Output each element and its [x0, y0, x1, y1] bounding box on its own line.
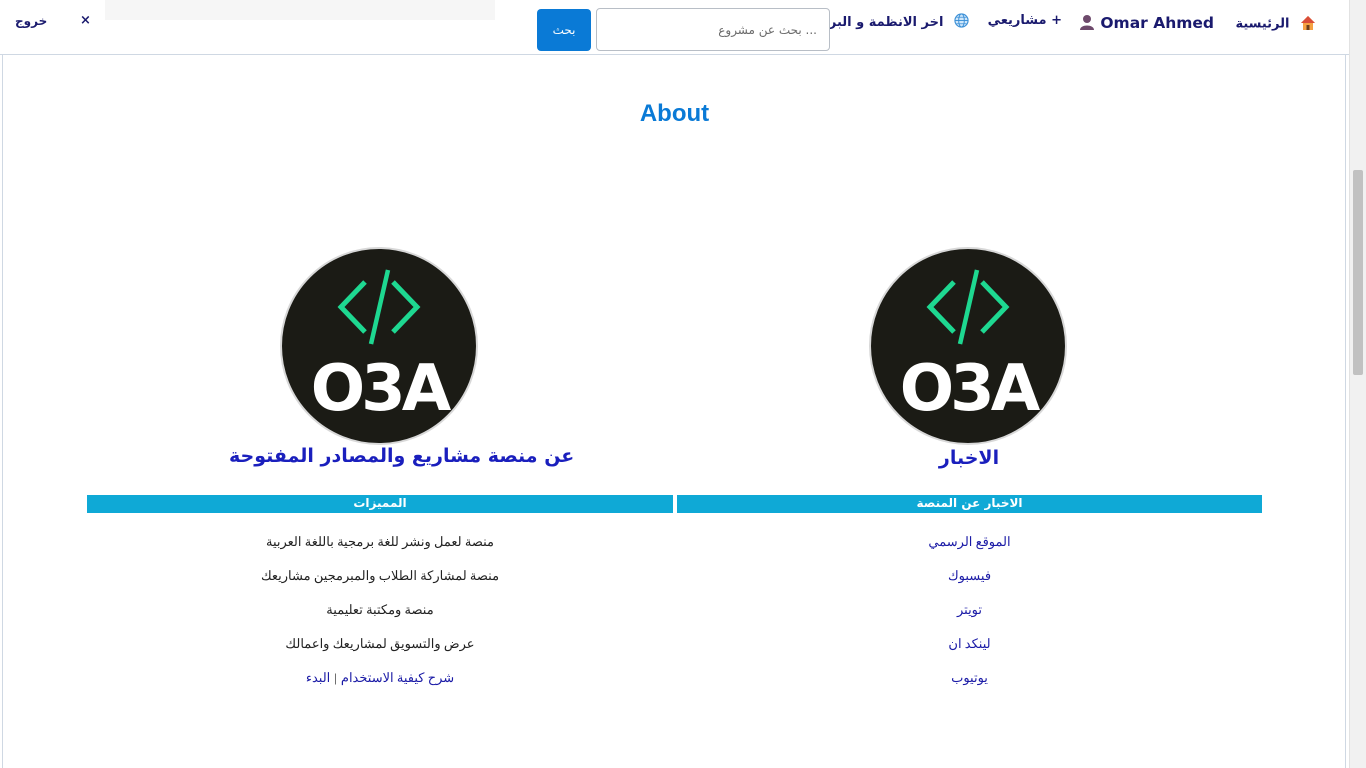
nav-home-label: الرئيسية	[1235, 16, 1290, 32]
features-list: منصة لعمل ونشر للغة برمجية باللغة العربي…	[87, 534, 673, 704]
youtube-link[interactable]: يوتيوب	[951, 670, 988, 685]
nav-user-link[interactable]: Omar Ahmed	[1080, 14, 1214, 32]
person-icon	[1080, 14, 1095, 30]
nav-home-link[interactable]: الرئيسية	[1235, 16, 1316, 32]
feature-item: منصة لمشاركة الطلاب والمبرمجين مشاريعك	[260, 568, 500, 583]
top-navbar: الرئيسية Omar Ahmed مشاريعي + اخر الانظم…	[0, 0, 1349, 55]
twitter-link[interactable]: تويتر	[957, 602, 982, 617]
list-item: لينكد ان	[677, 636, 1262, 670]
facebook-link[interactable]: فيسبوك	[948, 568, 991, 583]
list-item: فيسبوك	[677, 568, 1262, 602]
official-site-link[interactable]: الموقع الرسمي	[928, 534, 1010, 549]
logo-text: O3A	[310, 352, 451, 426]
globe-icon	[954, 13, 969, 28]
close-icon[interactable]: ×	[80, 13, 91, 28]
faded-placeholder-area	[105, 0, 495, 20]
list-item: الموقع الرسمي	[677, 534, 1262, 568]
news-bar: الاخبار عن المنصة	[677, 495, 1262, 513]
list-item: يوتيوب	[677, 670, 1262, 704]
feature-item: عرض والتسويق لمشاريعك واعمالك	[285, 636, 475, 651]
feature-item: منصة ومكتبة تعليمية	[326, 602, 434, 617]
usage-guide-link[interactable]: شرح كيفية الاستخدام	[341, 670, 454, 685]
search-input[interactable]	[596, 8, 830, 51]
page-scrollbar[interactable]	[1349, 0, 1366, 768]
feature-item: منصة لعمل ونشر للغة برمجية باللغة العربي…	[265, 534, 495, 549]
search-button[interactable]: بحث	[537, 9, 591, 51]
linkedin-link[interactable]: لينكد ان	[948, 636, 990, 651]
platform-logo-left: O3A	[280, 247, 478, 445]
about-platform-heading: عن منصة مشاريع والمصادر المفتوحة	[229, 445, 575, 467]
nav-projects-label: مشاريعي +	[987, 13, 1062, 28]
start-link[interactable]: البدء	[306, 670, 330, 685]
list-item: تويتر	[677, 602, 1262, 636]
page-title: About	[639, 100, 710, 127]
link-separator: |	[334, 670, 337, 685]
news-links-list: الموقع الرسمي فيسبوك تويتر لينكد ان يوتي…	[677, 534, 1262, 704]
house-icon	[1300, 15, 1316, 31]
news-heading: الاخبار	[938, 447, 1000, 469]
scrollbar-thumb[interactable]	[1353, 170, 1363, 375]
nav-logout-link[interactable]: خروج	[15, 14, 47, 28]
feature-links-row: شرح كيفية الاستخدام | البدء	[87, 670, 673, 704]
nav-latest-systems-link[interactable]: اخر الانظمة و البرامج	[807, 13, 969, 30]
logo-text: O3A	[899, 352, 1040, 426]
nav-my-projects-link[interactable]: مشاريعي +	[988, 13, 1062, 28]
nav-user-label: Omar Ahmed	[1100, 14, 1214, 32]
features-bar: المميزات	[87, 495, 673, 513]
platform-logo-right: O3A	[869, 247, 1067, 445]
